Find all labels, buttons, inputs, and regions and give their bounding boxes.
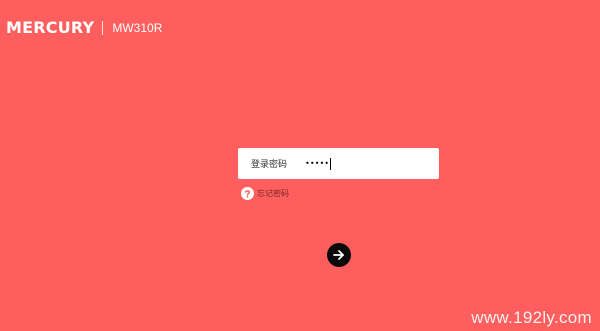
site-watermark: www.192ly.com [471, 308, 592, 327]
brand-logo: MERCURY [6, 18, 95, 37]
text-caret [330, 157, 332, 170]
header-divider [102, 21, 104, 35]
password-label: 登录密码 [251, 160, 288, 170]
forgot-password-label[interactable]: 忘记密码 [257, 188, 289, 199]
model-name: MW310R [112, 21, 163, 35]
password-input[interactable]: ••••• [305, 154, 425, 174]
password-mask: ••••• [305, 159, 330, 168]
login-submit-button[interactable] [327, 243, 351, 267]
password-field-container[interactable]: 登录密码 ••••• [238, 148, 439, 179]
arrow-right-icon [332, 248, 346, 262]
header: MERCURY MW310R [6, 18, 162, 38]
forgot-password-link[interactable]: 忘记密码 [241, 187, 289, 200]
question-mark-icon[interactable] [241, 187, 254, 200]
